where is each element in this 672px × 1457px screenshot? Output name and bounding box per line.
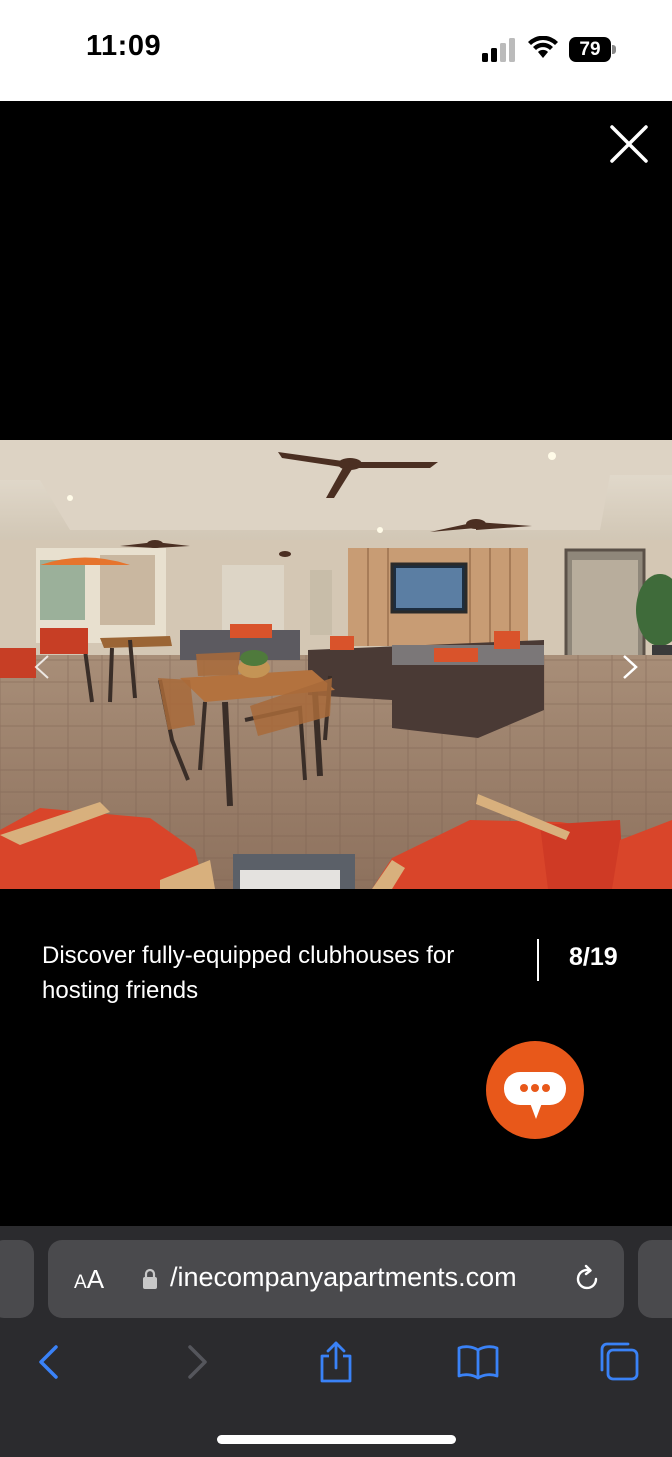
cellular-signal-icon — [482, 38, 515, 62]
back-icon[interactable] — [28, 1340, 72, 1384]
wifi-icon — [528, 36, 558, 58]
chat-icon — [504, 1072, 566, 1119]
reload-icon[interactable] — [572, 1264, 602, 1294]
tabs-icon[interactable] — [598, 1340, 642, 1384]
status-time: 11:09 — [86, 30, 162, 62]
share-icon[interactable] — [314, 1340, 358, 1384]
status-bar: 11:09 79 — [0, 0, 672, 101]
bookmarks-icon[interactable] — [456, 1340, 500, 1384]
photo-gallery-viewer: Discover fully-equipped clubhouses for h… — [0, 101, 672, 1226]
forward-icon[interactable] — [174, 1340, 218, 1384]
caption-divider — [537, 939, 539, 981]
previous-tab-preview[interactable] — [0, 1240, 34, 1318]
address-bar[interactable]: AA /inecompanyapartments.com — [48, 1240, 624, 1318]
chevron-right-icon[interactable] — [618, 652, 642, 682]
photo-caption: Discover fully-equipped clubhouses for h… — [42, 942, 455, 1004]
battery-icon: 79 — [569, 37, 617, 62]
clubhouse-photo — [0, 440, 672, 889]
close-icon[interactable] — [606, 121, 652, 167]
url-text: /inecompanyapartments.com — [170, 1262, 517, 1292]
chat-button[interactable] — [486, 1041, 584, 1139]
gallery-photo[interactable] — [0, 440, 672, 889]
battery-level: 79 — [569, 37, 611, 62]
photo-counter: 8/19 — [569, 943, 618, 971]
chevron-left-icon[interactable] — [30, 652, 54, 682]
browser-chrome: AA /inecompanyapartments.com — [0, 1226, 672, 1457]
home-indicator[interactable] — [217, 1435, 456, 1444]
lock-icon — [143, 1268, 157, 1289]
reader-settings-button[interactable]: AA — [74, 1264, 104, 1295]
next-tab-preview[interactable] — [638, 1240, 672, 1318]
